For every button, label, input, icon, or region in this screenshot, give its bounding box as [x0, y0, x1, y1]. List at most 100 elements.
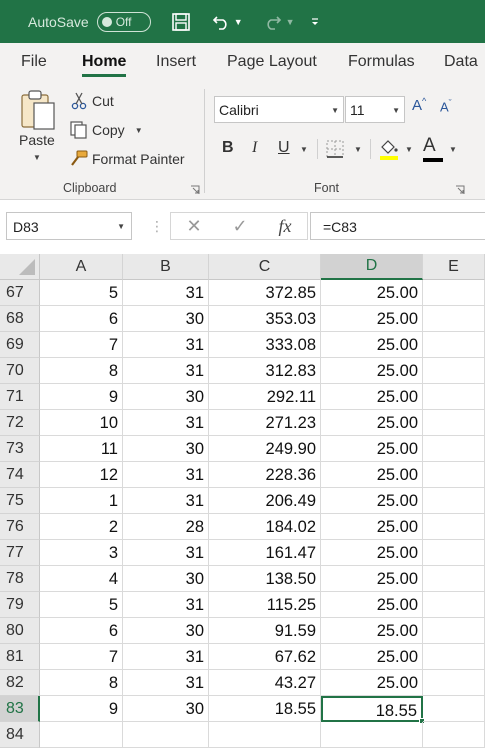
cell-c[interactable]: 161.47: [209, 540, 321, 566]
cell-d[interactable]: 25.00: [321, 280, 423, 306]
format-painter-button[interactable]: Format Painter: [68, 149, 185, 169]
cell-a[interactable]: 9: [40, 384, 123, 410]
cell-b[interactable]: 30: [123, 696, 209, 722]
column-header-d[interactable]: D: [321, 254, 423, 280]
redo-dropdown-icon[interactable]: ▼: [286, 17, 295, 27]
font-name-select[interactable]: Calibri ▼: [214, 96, 344, 123]
cell-e[interactable]: [423, 280, 485, 306]
cell-d[interactable]: 25.00: [321, 332, 423, 358]
cell-a[interactable]: 7: [40, 644, 123, 670]
cell-c[interactable]: 115.25: [209, 592, 321, 618]
enter-icon[interactable]: ✓: [233, 216, 248, 237]
cell-e[interactable]: [423, 332, 485, 358]
underline-button[interactable]: U: [278, 139, 290, 157]
cell-e[interactable]: [423, 358, 485, 384]
bold-button[interactable]: B: [222, 139, 234, 157]
row-header[interactable]: 83: [0, 696, 40, 722]
borders-icon[interactable]: [325, 139, 345, 164]
cell-c[interactable]: 292.11: [209, 384, 321, 410]
customize-toolbar-icon[interactable]: [305, 12, 325, 32]
cell-d[interactable]: 25.00: [321, 358, 423, 384]
cell-e[interactable]: [423, 384, 485, 410]
cell-b[interactable]: 31: [123, 592, 209, 618]
column-header-c[interactable]: C: [209, 254, 321, 280]
cell-c[interactable]: [209, 722, 321, 748]
cell-d[interactable]: 25.00: [321, 462, 423, 488]
row-header[interactable]: 70: [0, 358, 40, 384]
cell-e[interactable]: [423, 618, 485, 644]
cell-c[interactable]: 312.83: [209, 358, 321, 384]
cell-c[interactable]: 138.50: [209, 566, 321, 592]
cell-a[interactable]: 10: [40, 410, 123, 436]
cell-b[interactable]: 31: [123, 644, 209, 670]
row-header[interactable]: 84: [0, 722, 40, 748]
row-header[interactable]: 79: [0, 592, 40, 618]
row-header[interactable]: 78: [0, 566, 40, 592]
cell-d[interactable]: [321, 722, 423, 748]
tab-page-layout[interactable]: Page Layout: [227, 53, 317, 81]
cell-b[interactable]: 31: [123, 540, 209, 566]
cell-b[interactable]: 30: [123, 306, 209, 332]
cell-d[interactable]: 25.00: [321, 540, 423, 566]
cell-e[interactable]: [423, 410, 485, 436]
cell-e[interactable]: [423, 722, 485, 748]
row-header[interactable]: 73: [0, 436, 40, 462]
cell-b[interactable]: 31: [123, 488, 209, 514]
cell-e[interactable]: [423, 696, 485, 722]
chevron-down-icon[interactable]: ▼: [117, 222, 125, 231]
cell-d[interactable]: 25.00: [321, 384, 423, 410]
cell-b[interactable]: 31: [123, 670, 209, 696]
row-header[interactable]: 82: [0, 670, 40, 696]
cell-b[interactable]: [123, 722, 209, 748]
row-header[interactable]: 81: [0, 644, 40, 670]
cell-c[interactable]: 67.62: [209, 644, 321, 670]
cell-c[interactable]: 206.49: [209, 488, 321, 514]
cell-d[interactable]: 25.00: [321, 306, 423, 332]
decrease-font-size-icon[interactable]: Aˇ: [440, 98, 452, 114]
cell-d[interactable]: 25.00: [321, 670, 423, 696]
cell-c[interactable]: 353.03: [209, 306, 321, 332]
cell-a[interactable]: [40, 722, 123, 748]
cell-a[interactable]: 11: [40, 436, 123, 462]
column-header-b[interactable]: B: [123, 254, 209, 280]
cell-e[interactable]: [423, 462, 485, 488]
row-header[interactable]: 67: [0, 280, 40, 306]
row-header[interactable]: 77: [0, 540, 40, 566]
row-header[interactable]: 68: [0, 306, 40, 332]
save-icon[interactable]: [171, 12, 191, 32]
paste-label[interactable]: Paste: [19, 132, 55, 148]
cell-a[interactable]: 3: [40, 540, 123, 566]
cell-d[interactable]: 25.00: [321, 566, 423, 592]
cell-a[interactable]: 8: [40, 358, 123, 384]
cell-b[interactable]: 31: [123, 332, 209, 358]
cell-c[interactable]: 249.90: [209, 436, 321, 462]
copy-dropdown-icon[interactable]: ▼: [135, 126, 143, 135]
row-header[interactable]: 80: [0, 618, 40, 644]
formula-input[interactable]: =C83: [310, 212, 485, 240]
cell-a[interactable]: 12: [40, 462, 123, 488]
font-color-button[interactable]: A: [423, 135, 443, 162]
cell-d[interactable]: 25.00: [321, 488, 423, 514]
underline-dropdown-icon[interactable]: ▼: [300, 145, 308, 154]
cell-b[interactable]: 30: [123, 384, 209, 410]
increase-font-size-icon[interactable]: A^: [412, 96, 426, 114]
cell-a[interactable]: 5: [40, 280, 123, 306]
cell-b[interactable]: 30: [123, 618, 209, 644]
borders-dropdown-icon[interactable]: ▼: [354, 145, 362, 154]
paste-button[interactable]: [18, 89, 58, 136]
row-header[interactable]: 69: [0, 332, 40, 358]
cell-e[interactable]: [423, 306, 485, 332]
cell-e[interactable]: [423, 436, 485, 462]
row-header[interactable]: 72: [0, 410, 40, 436]
fill-color-icon[interactable]: [378, 137, 400, 166]
cell-d[interactable]: 25.00: [321, 592, 423, 618]
cell-a[interactable]: 5: [40, 592, 123, 618]
row-header[interactable]: 75: [0, 488, 40, 514]
cell-e[interactable]: [423, 566, 485, 592]
cell-e[interactable]: [423, 592, 485, 618]
cell-d[interactable]: 25.00: [321, 618, 423, 644]
cell-c[interactable]: 372.85: [209, 280, 321, 306]
cell-a[interactable]: 4: [40, 566, 123, 592]
fill-color-dropdown-icon[interactable]: ▼: [405, 145, 413, 154]
cell-c[interactable]: 228.36: [209, 462, 321, 488]
